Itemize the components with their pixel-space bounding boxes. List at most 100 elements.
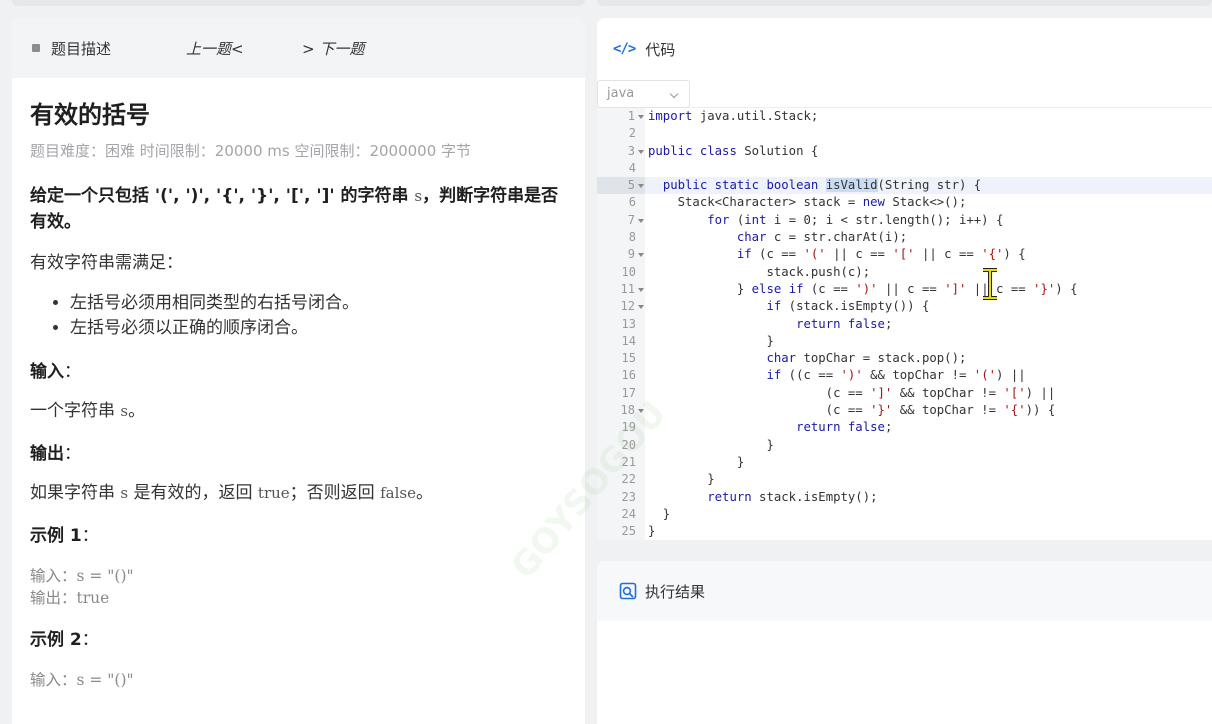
output-text: 如果字符串 s 是有效的，返回 true；否则返回 false。 <box>30 481 567 505</box>
next-problem-link[interactable]: > 下一题 <box>302 38 364 59</box>
result-panel: 执行结果 <box>597 561 1212 724</box>
tab-code[interactable]: 代码 <box>645 39 675 60</box>
code-line[interactable]: if (c == '(' || c == '[' || c == '{') { <box>645 246 1212 263</box>
line-number: 12 <box>597 298 645 315</box>
example2-heading: 示例 2： <box>30 630 99 650</box>
line-number: 1 <box>597 108 645 125</box>
example1-heading-text: 示例 1 <box>30 526 82 546</box>
code-line[interactable]: } <box>645 454 1212 471</box>
code-line[interactable] <box>645 160 1212 177</box>
code-line[interactable]: (c == ']' && topChar != '[') || <box>645 385 1212 402</box>
code-lines[interactable]: import java.util.Stack; public class Solu… <box>645 108 1212 540</box>
line-number: 16 <box>621 368 636 383</box>
line-number: 13 <box>621 316 636 331</box>
example2-block: 输入：s = "()" <box>30 669 567 691</box>
line-number: 24 <box>621 506 636 521</box>
line-number: 20 <box>621 437 636 452</box>
code-line[interactable]: Stack<Character> stack = new Stack<>(); <box>645 194 1212 211</box>
code-line[interactable]: } <box>645 471 1212 488</box>
line-number: 4 <box>628 160 636 175</box>
line-number: 18 <box>597 402 645 419</box>
line-number: 8 <box>628 230 636 245</box>
code-line[interactable]: } <box>645 437 1212 454</box>
line-number: 25 <box>621 524 636 539</box>
line-number: 15 <box>621 351 636 366</box>
output-heading-text: 输出 <box>30 444 64 464</box>
prev-problem-link[interactable]: 上一题< <box>186 38 244 59</box>
line-number: 7 <box>597 212 645 229</box>
rules-list: 左括号必须用相同类型的右括号闭合。 左括号必须以正确的顺序闭合。 <box>30 291 567 341</box>
example1-output: 输出：true <box>30 589 110 607</box>
line-number: 10 <box>621 264 636 279</box>
line-number: 23 <box>621 489 636 504</box>
line-number: 14 <box>621 333 636 348</box>
line-number: 22 <box>621 472 636 487</box>
code-line[interactable]: public class Solution { <box>645 143 1212 160</box>
code-line[interactable]: return stack.isEmpty(); <box>645 489 1212 506</box>
code-line[interactable]: } else if (c == ')' || c == ']' || c == … <box>645 281 1212 298</box>
top-strip-right <box>597 0 1212 6</box>
result-search-icon <box>619 582 637 600</box>
output-mid: 是有效的，返回 <box>128 483 258 503</box>
code-line[interactable]: return false; <box>645 419 1212 436</box>
output-mid2: ；否则返回 <box>289 483 381 503</box>
problem-meta: 题目难度：困难 时间限制：20000 ms 空间限制：2000000 字节 <box>30 142 472 160</box>
code-line[interactable]: } <box>645 523 1212 540</box>
top-strip <box>0 0 1212 10</box>
document-icon <box>32 44 40 52</box>
valid-intro: 有效字符串需满足： <box>30 253 183 273</box>
output-var: s <box>120 484 129 502</box>
line-gutter: 1 2 3 4 5 6 7 8 9 10 11 12 13 14 15 16 17 18 19 20 21 22 23 24 2… <box>597 108 645 540</box>
problem-content: 有效的括号 题目难度：困难 时间限制：20000 ms 空间限制：2000000… <box>12 78 585 691</box>
code-line[interactable]: char c = str.charAt(i); <box>645 229 1212 246</box>
input-heading: 输入： <box>30 362 81 382</box>
problem-description: 给定一个只包括 '(', ')', '{', '}', '[', ']' 的字符… <box>30 183 567 235</box>
code-icon: </> <box>613 41 636 57</box>
code-panel: </> 代码 java 1 2 3 4 5 6 7 8 9 10 11 12 13 14 15 16 17 18 1… <box>597 18 1212 540</box>
line-number: 5 <box>597 177 645 195</box>
example2-input: 输入：s = "()" <box>30 671 134 689</box>
code-line[interactable] <box>645 125 1212 142</box>
line-number: 19 <box>621 420 636 435</box>
code-line[interactable]: } <box>645 506 1212 523</box>
code-line[interactable]: } <box>645 333 1212 350</box>
language-bar: java <box>597 80 1212 108</box>
output-false: false <box>380 484 416 502</box>
code-line[interactable]: (c == '}' && topChar != '{')) { <box>645 402 1212 419</box>
tab-execution-result[interactable]: 执行结果 <box>645 581 705 602</box>
line-number: 3 <box>597 143 645 160</box>
line-number: 9 <box>597 246 645 263</box>
result-header: 执行结果 <box>597 561 1212 621</box>
code-line[interactable]: public static boolean isValid(String str… <box>645 177 1212 195</box>
input-var: s <box>120 402 129 420</box>
language-select[interactable]: java <box>597 80 690 108</box>
code-header: </> 代码 <box>597 18 1212 80</box>
output-after: 。 <box>415 483 433 503</box>
problem-header: 题目描述 上一题< > 下一题 <box>12 18 585 78</box>
language-value: java <box>607 86 635 101</box>
example1-heading: 示例 1： <box>30 526 99 546</box>
line-number: 17 <box>621 385 636 400</box>
input-before: 一个字符串 <box>30 401 121 421</box>
desc-before: 给定一个只包括 '(', ')', '{', '}', '[', ']' 的字符… <box>30 186 415 206</box>
code-line[interactable]: for (int i = 0; i < str.length(); i++) { <box>645 212 1212 229</box>
rule-item: 左括号必须用相同类型的右括号闭合。 <box>70 291 567 316</box>
code-line[interactable]: return false; <box>645 316 1212 333</box>
input-text: 一个字符串 s。 <box>30 399 567 423</box>
input-heading-text: 输入 <box>30 362 64 382</box>
code-line[interactable]: import java.util.Stack; <box>645 108 1212 125</box>
output-heading: 输出： <box>30 444 81 464</box>
top-strip-left <box>12 0 585 6</box>
problem-title: 有效的括号 <box>30 101 150 129</box>
input-after: 。 <box>128 401 146 421</box>
tab-problem-description[interactable]: 题目描述 <box>51 38 111 59</box>
desc-var: s <box>414 187 423 205</box>
code-line[interactable]: if ((c == ')' && topChar != '(') || <box>645 367 1212 384</box>
code-line[interactable]: char topChar = stack.pop(); <box>645 350 1212 367</box>
output-true: true <box>257 484 290 502</box>
chevron-down-icon <box>669 89 679 99</box>
code-line[interactable]: if (stack.isEmpty()) { <box>645 298 1212 315</box>
code-line[interactable]: stack.push(c); <box>645 264 1212 281</box>
rule-item: 左括号必须以正确的顺序闭合。 <box>70 316 567 341</box>
line-number: 6 <box>628 195 636 210</box>
